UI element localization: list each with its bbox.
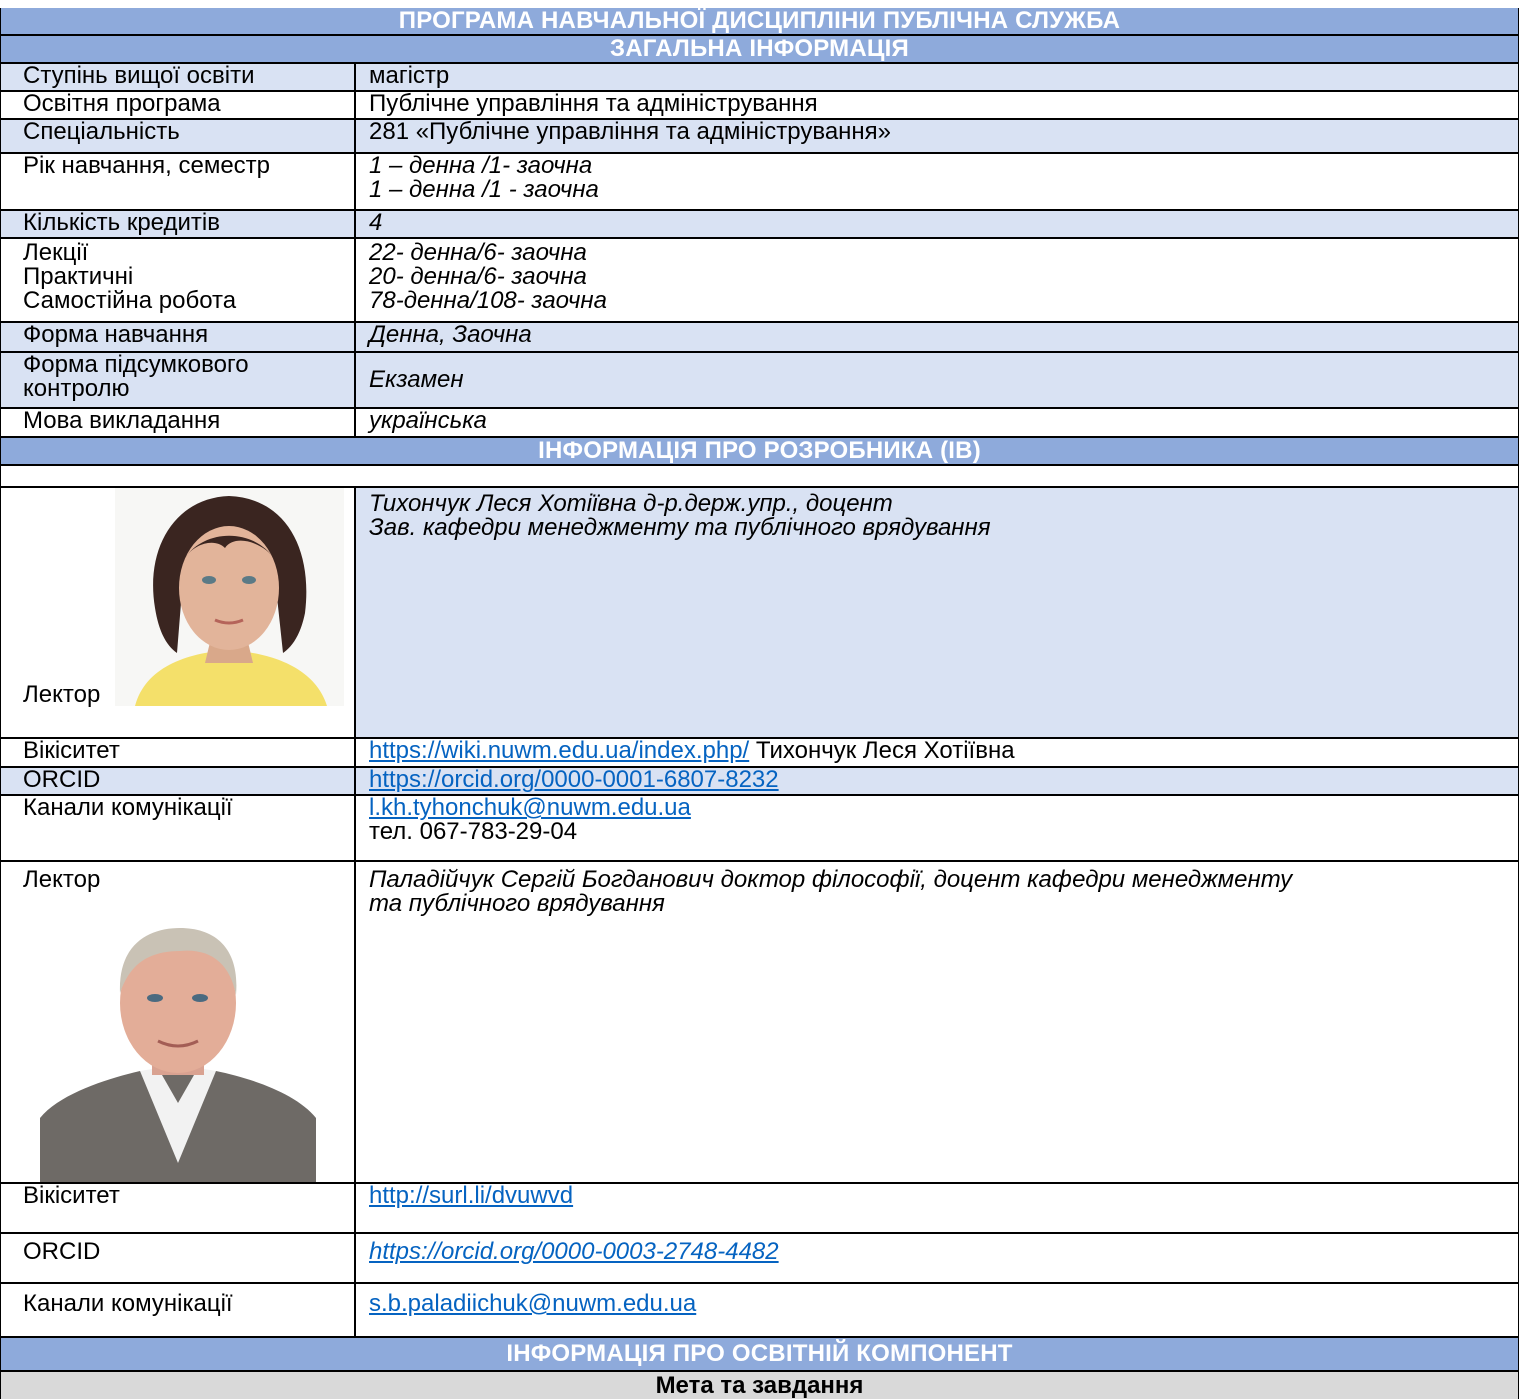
- lecturer2-portrait-icon: [40, 903, 316, 1182]
- year-value-1: 1 – денна /1- заочна: [369, 154, 593, 179]
- lecturer1-orcid-label: ORCID: [23, 768, 101, 793]
- spacer-row: [0, 466, 1519, 486]
- control-value: Екзамен: [369, 366, 464, 393]
- lectures-value: 22- денна/6- заочна: [369, 239, 587, 266]
- lecturer2-name-2: та публічного врядування: [369, 890, 665, 917]
- lecturer2-wiki-row: Вікіситет http://surl.li/dvuwvd: [0, 1184, 1519, 1232]
- goals-subheading: Мета та завдання: [0, 1372, 1519, 1399]
- lecturer1-photo: [115, 488, 344, 706]
- program-row: Освітня програма Публічне управління та …: [0, 92, 1519, 118]
- credits-row: Кількість кредитів 4: [0, 211, 1519, 237]
- document-title: ПРОГРАМА НАВЧАЛЬНОЇ ДИСЦИПЛІНИ ПУБЛІЧНА …: [0, 8, 1519, 34]
- credits-label: Кількість кредитів: [23, 211, 220, 236]
- lecturer1-wiki-row: Вікіситет https://wiki.nuwm.edu.ua/index…: [0, 739, 1519, 766]
- lecturer2-orcid-link[interactable]: https://orcid.org/0000-0003-2748-4482: [369, 1238, 779, 1265]
- credits-value: 4: [369, 211, 383, 236]
- lecturer2-label: Лектор: [23, 866, 101, 893]
- hours-row: Лекції Практичні Самостійна робота 22- д…: [0, 239, 1519, 321]
- lecturer1-wiki-link[interactable]: https://wiki.nuwm.edu.ua/index.php/: [369, 739, 749, 764]
- lecturer1-channels-label: Канали комунікації: [23, 796, 233, 821]
- lecturer2-orcid-row: ORCID https://orcid.org/0000-0003-2748-4…: [0, 1234, 1519, 1282]
- control-label-2: контролю: [23, 375, 130, 402]
- lecturer2-name-1: Паладійчук Сергій Богданович доктор філо…: [369, 866, 1293, 893]
- program-label: Освітня програма: [23, 92, 221, 117]
- lecturer1-phone: тел. 067-783-29-04: [369, 818, 578, 845]
- study-form-row: Форма навчання Денна, Заочна: [0, 323, 1519, 351]
- lecturer2-channels-label: Канали комунікації: [23, 1290, 233, 1317]
- language-row: Мова викладання українська: [0, 409, 1519, 436]
- study-form-value: Денна, Заочна: [369, 323, 532, 348]
- control-row: Форма підсумкового контролю Екзамен: [0, 353, 1519, 407]
- practice-value: 20- денна/6- заочна: [369, 263, 587, 290]
- lecturer2-photo: [40, 903, 316, 1182]
- year-row: Рік навчання, семестр 1 – денна /1- заоч…: [0, 154, 1519, 209]
- language-value: українська: [369, 409, 487, 434]
- year-label: Рік навчання, семестр: [23, 154, 271, 179]
- lecturer1-channels-row: Канали комунікації l.kh.tyhonchuk@nuwm.e…: [0, 796, 1519, 860]
- specialty-value: 281 «Публічне управління та адмініструва…: [369, 120, 892, 145]
- lecturer2-orcid-label: ORCID: [23, 1238, 101, 1265]
- general-info-heading: ЗАГАЛЬНА ІНФОРМАЦІЯ: [0, 36, 1519, 62]
- lecturer2-channels-row: Канали комунікації s.b.paladiichuk@nuwm.…: [0, 1284, 1519, 1336]
- degree-value: магістр: [369, 64, 450, 89]
- lecturer1-wiki-text: Тихончук Леся Хотіївна: [749, 739, 1015, 764]
- control-label-1: Форма підсумкового: [23, 353, 249, 378]
- degree-label: Ступінь вищої освіти: [23, 64, 255, 89]
- lecturer1-portrait-icon: [115, 488, 344, 706]
- component-heading: ІНФОРМАЦІЯ ПРО ОСВІТНІЙ КОМПОНЕНТ: [0, 1338, 1519, 1370]
- specialty-row: Спеціальність 281 «Публічне управління т…: [0, 120, 1519, 152]
- language-label: Мова викладання: [23, 409, 221, 434]
- lecturer2-wiki-link[interactable]: http://surl.li/dvuwvd: [369, 1184, 573, 1209]
- study-form-label: Форма навчання: [23, 323, 209, 348]
- selfwork-label: Самостійна робота: [23, 287, 237, 314]
- lecturer1-name: Тихончук Леся Хотіївна д-р.держ.упр., до…: [369, 490, 893, 517]
- lectures-label: Лекції: [23, 239, 89, 266]
- specialty-label: Спеціальність: [23, 120, 180, 145]
- year-value-2: 1 – денна /1 - заочна: [369, 176, 599, 203]
- practice-label: Практичні: [23, 263, 134, 290]
- degree-row: Ступінь вищої освіти магістр: [0, 64, 1519, 90]
- developers-heading: ІНФОРМАЦІЯ ПРО РОЗРОБНИКА (ІВ): [0, 438, 1519, 464]
- lecturer1-label: Лектор: [23, 681, 101, 708]
- lecturer1-orcid-link[interactable]: https://orcid.org/0000-0001-6807-8232: [369, 768, 779, 793]
- lecturer2-wiki-label: Вікіситет: [23, 1184, 120, 1209]
- lecturer1-position: Зав. кафедри менеджменту та публічного в…: [369, 514, 991, 541]
- lecturer2-email-link[interactable]: s.b.paladiichuk@nuwm.edu.ua: [369, 1290, 696, 1317]
- lecturer1-wiki-label: Вікіситет: [23, 739, 120, 764]
- program-value: Публічне управління та адміністрування: [369, 92, 818, 117]
- lecturer1-orcid-row: ORCID https://orcid.org/0000-0001-6807-8…: [0, 768, 1519, 794]
- selfwork-value: 78-денна/108- заочна: [369, 287, 607, 314]
